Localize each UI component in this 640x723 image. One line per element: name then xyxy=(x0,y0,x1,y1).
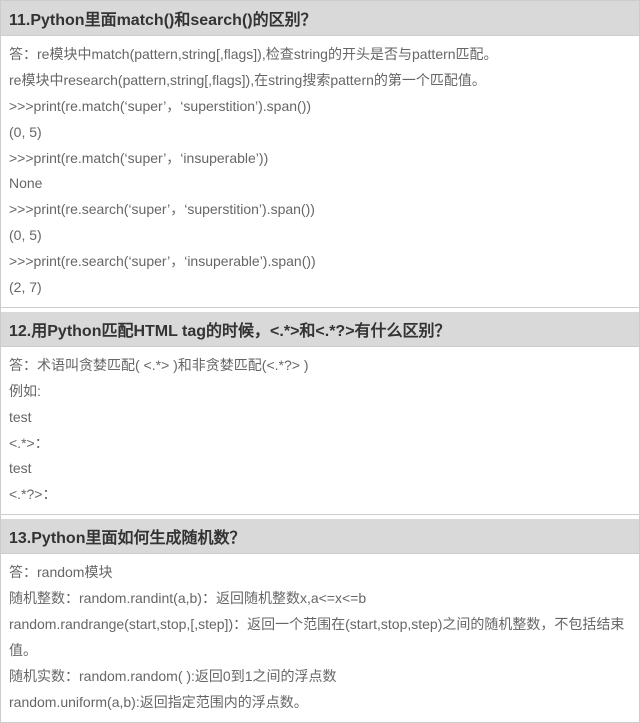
content-line: 答：术语叫贪婪匹配( <.*> )和非贪婪匹配(<.*?> ) xyxy=(9,353,631,379)
content-line: random.uniform(a,b):返回指定范围内的浮点数。 xyxy=(9,690,631,716)
content-line: (0, 5) xyxy=(9,120,631,146)
content-line: 随机整数：random.randint(a,b)：返回随机整数x,a<=x<=b xyxy=(9,586,631,612)
qa-section: 11.Python里面match()和search()的区别？ 答：re模块中ma… xyxy=(0,0,640,308)
content-line: >>>print(re.match(‘super’，‘insuperable’)… xyxy=(9,146,631,172)
content-line: (0, 5) xyxy=(9,223,631,249)
content-line: >>>print(re.search(‘super’，‘superstition… xyxy=(9,197,631,223)
qa-section: 12.用Python匹配HTML tag的时候，<.*>和<.*?>有什么区别？… xyxy=(0,312,640,515)
section-content: 答：re模块中match(pattern,string[,flags]),检查s… xyxy=(1,36,639,307)
content-line: re模块中research(pattern,string[,flags]),在s… xyxy=(9,68,631,94)
content-line: >>>print(re.match(‘super’，‘superstition’… xyxy=(9,94,631,120)
section-heading: 13.Python里面如何生成随机数？ xyxy=(1,519,639,554)
content-line: None xyxy=(9,171,631,197)
content-line: 例如: xyxy=(9,379,631,405)
content-line: 答：re模块中match(pattern,string[,flags]),检查s… xyxy=(9,42,631,68)
content-line: 随机实数：random.random( ):返回0到1之间的浮点数 xyxy=(9,664,631,690)
content-line: (2, 7) xyxy=(9,275,631,301)
content-line: >>>print(re.search(‘super’，‘insuperable’… xyxy=(9,249,631,275)
content-line: random.randrange(start,stop,[,step])：返回一… xyxy=(9,612,631,664)
section-content: 答：术语叫贪婪匹配( <.*> )和非贪婪匹配(<.*?> )例如:test<.… xyxy=(1,347,639,514)
content-line: <.*>： xyxy=(9,431,631,457)
content-line: <.*?>： xyxy=(9,482,631,508)
qa-section: 13.Python里面如何生成随机数？答：random模块随机整数：random… xyxy=(0,519,640,722)
content-line: test xyxy=(9,456,631,482)
section-heading: 12.用Python匹配HTML tag的时候，<.*>和<.*?>有什么区别？ xyxy=(1,312,639,347)
section-heading: 11.Python里面match()和search()的区别？ xyxy=(1,1,639,36)
content-line: test xyxy=(9,405,631,431)
content-line: 答：random模块 xyxy=(9,560,631,586)
section-content: 答：random模块随机整数：random.randint(a,b)：返回随机整… xyxy=(1,554,639,721)
